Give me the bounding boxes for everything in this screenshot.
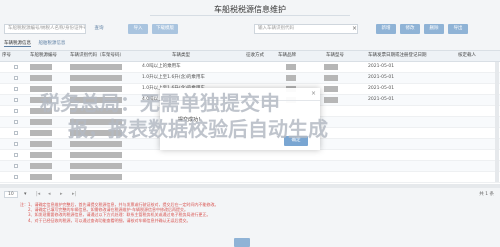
- add-button[interactable]: 新增: [376, 24, 396, 34]
- column-header-brand: 车辆品牌: [278, 53, 296, 58]
- edit-button[interactable]: 修改: [400, 24, 420, 34]
- row-checkbox[interactable]: [14, 175, 18, 179]
- vehicle-type-cell: 1.0升以上至1.6升(含)的乘用车: [142, 75, 205, 80]
- chevron-down-icon[interactable]: ▾: [24, 191, 27, 197]
- toolbar: 车船税税源编号/纳税人名称/身份证件号码 查询 导入 下载模版 输入车辆识别代码…: [0, 22, 500, 36]
- register-date-cell: 2021-05-01: [368, 64, 395, 69]
- pager-summary: 共 1 条: [479, 192, 494, 197]
- vertical-scrollbar[interactable]: [495, 62, 499, 182]
- redacted-source-no: [30, 152, 52, 158]
- redacted-vin: [70, 163, 122, 169]
- row-checkbox[interactable]: [14, 109, 18, 113]
- column-header-vehicle-type: 车辆类型: [172, 53, 190, 58]
- download-template-button[interactable]: 下载模版: [152, 24, 178, 34]
- watermark-overlay: 税务总局：无需单独提交申 报，报表数据校验后自动生成: [40, 90, 480, 142]
- notes-section: 注：1、请确定信息维护完整后，首先请提交税源信息，并与发票或行驶证核对，提交后在…: [20, 202, 480, 223]
- note-line: 4、对于已经征收的税源，可以通过查询功能查看明细，请核对车辆信息并确认无误后提交…: [28, 217, 191, 223]
- column-header-vin: 车辆识别代码（车架号码）: [70, 53, 124, 58]
- redacted-model: [324, 75, 338, 81]
- row-checkbox[interactable]: [14, 98, 18, 102]
- table-row[interactable]: 1.0升以上至1.6升(含)的乘用车 2021-05-01: [0, 73, 500, 84]
- redacted-source-no: [30, 64, 52, 70]
- redacted-vin: [70, 174, 122, 180]
- last-page-icon[interactable]: ▸|: [72, 191, 76, 197]
- column-header-index: 序号: [2, 53, 11, 58]
- redacted-vin: [70, 152, 122, 158]
- redacted-source-no: [30, 174, 52, 180]
- column-header-collection-mode: 征收方式: [246, 53, 264, 58]
- table-row[interactable]: 4.0吨以上的乘用车 2021-05-01: [0, 62, 500, 73]
- column-header-register-date: 车辆发票日期或注册登记日期: [368, 53, 427, 58]
- row-checkbox[interactable]: [14, 142, 18, 146]
- query-button[interactable]: 查询: [90, 24, 108, 34]
- redacted-brand: [286, 75, 296, 81]
- register-date-cell: 2021-05-01: [368, 75, 395, 80]
- redacted-source-no: [30, 163, 52, 169]
- prev-page-icon[interactable]: ◂: [48, 191, 51, 197]
- tab-bar: 车辆税源信息 船舶税源信息: [4, 40, 71, 48]
- page-size-select[interactable]: 10: [4, 191, 18, 198]
- row-checkbox[interactable]: [14, 65, 18, 69]
- horizontal-scrollbar[interactable]: [0, 184, 500, 188]
- table-row[interactable]: [0, 150, 500, 161]
- first-page-icon[interactable]: |◂: [36, 191, 40, 197]
- row-checkbox[interactable]: [14, 87, 18, 91]
- table-row[interactable]: [0, 161, 500, 172]
- overlay-line-1: 税务总局：无需单独提交申: [40, 91, 280, 115]
- redacted-source-no: [30, 75, 52, 81]
- overlay-line-2: 报，报表数据校验后自动生成: [68, 117, 328, 141]
- tab-vessel-source[interactable]: 船舶税源信息: [38, 40, 65, 46]
- export-button[interactable]: 导出: [448, 24, 468, 34]
- column-header-seats: 核定载人: [458, 53, 476, 58]
- import-button[interactable]: 导入: [128, 24, 148, 34]
- table-header: 序号 车船税源编号 车辆识别代码（车架号码） 车辆类型 征收方式 车辆品牌 车辆…: [0, 51, 500, 62]
- pagination: 10 ▾ |◂ ◂ ▸ ▸| 共 1 条: [0, 190, 500, 200]
- delete-button[interactable]: 删除: [424, 24, 444, 34]
- tab-vehicle-source[interactable]: 车辆税源信息: [4, 40, 31, 47]
- title-divider: [150, 15, 350, 16]
- redacted-vin: [70, 75, 122, 81]
- bottom-action-button[interactable]: [234, 238, 250, 247]
- row-checkbox[interactable]: [14, 131, 18, 135]
- clear-icon[interactable]: ×: [352, 25, 357, 32]
- search-input[interactable]: 车船税税源编号/纳税人名称/身份证件号码: [4, 24, 86, 34]
- redacted-brand: [286, 64, 296, 70]
- row-checkbox[interactable]: [14, 153, 18, 157]
- vehicle-type-cell: 4.0吨以上的乘用车: [142, 64, 181, 69]
- page-title: 车船税税源信息维护: [214, 5, 286, 14]
- row-checkbox[interactable]: [14, 76, 18, 80]
- row-checkbox[interactable]: [14, 120, 18, 124]
- next-page-icon[interactable]: ▸: [60, 191, 63, 197]
- column-header-source-no: 车船税源编号: [30, 53, 57, 58]
- redacted-vin: [70, 64, 122, 70]
- vehicle-code-filter-input[interactable]: 输入车辆识别代码: [254, 24, 358, 34]
- redacted-model: [324, 64, 338, 70]
- column-header-model: 车辆型号: [326, 53, 344, 58]
- table-row[interactable]: [0, 172, 500, 183]
- row-checkbox[interactable]: [14, 164, 18, 168]
